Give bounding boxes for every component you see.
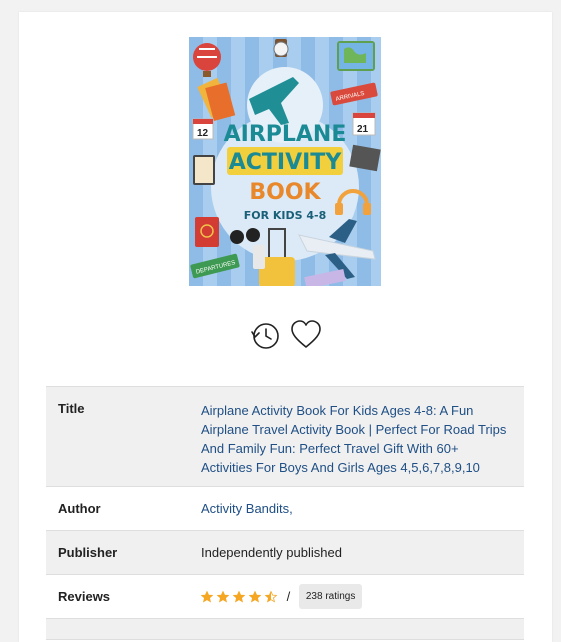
- cover-title-line2: ACTIVITY: [229, 150, 343, 175]
- title-label: Title: [58, 401, 85, 416]
- publisher-label: Publisher: [58, 545, 118, 560]
- calendar-right-text: 21: [357, 124, 369, 135]
- calendar-left-text: 12: [197, 128, 209, 139]
- title-link[interactable]: Airplane Activity Book For Kids Ages 4-8…: [201, 403, 506, 475]
- star-rating: [201, 590, 277, 603]
- table-row-author: Author Activity Bandits,: [46, 487, 524, 531]
- clock-history-icon[interactable]: [249, 319, 281, 351]
- rating-separator: /: [286, 589, 291, 604]
- star-full-icon: [217, 590, 229, 603]
- ratings-count-badge[interactable]: 238 ratings: [298, 584, 363, 609]
- publisher-value: Independently published: [201, 545, 342, 560]
- book-cover-image[interactable]: ARRIVALS 12 21 AIRPLANE ACTIVITY BOOK FO…: [189, 37, 381, 286]
- cover-subtitle: FOR KIDS 4-8: [244, 209, 327, 222]
- star-full-icon: [201, 590, 213, 603]
- star-full-icon: [249, 590, 261, 603]
- table-row-publisher: Publisher Independently published: [46, 531, 524, 575]
- book-details-table: Title Airplane Activity Book For Kids Ag…: [46, 386, 524, 640]
- cover-title-line1: AIRPLANE: [224, 122, 347, 147]
- book-card: ARRIVALS 12 21 AIRPLANE ACTIVITY BOOK FO…: [19, 12, 552, 642]
- table-row-reviews: Reviews / 238 ratings: [46, 575, 524, 619]
- star-half-icon: [265, 590, 277, 603]
- book-cover-art: ARRIVALS 12 21 AIRPLANE ACTIVITY BOOK FO…: [189, 37, 381, 286]
- star-full-icon: [233, 590, 245, 603]
- table-row-next: [46, 619, 524, 640]
- author-link[interactable]: Activity Bandits,: [201, 501, 293, 516]
- table-row-title: Title Airplane Activity Book For Kids Ag…: [46, 387, 524, 487]
- author-label: Author: [58, 501, 101, 516]
- heart-icon[interactable]: [290, 319, 322, 351]
- reviews-label: Reviews: [58, 589, 111, 604]
- cover-title-line3: BOOK: [249, 180, 321, 205]
